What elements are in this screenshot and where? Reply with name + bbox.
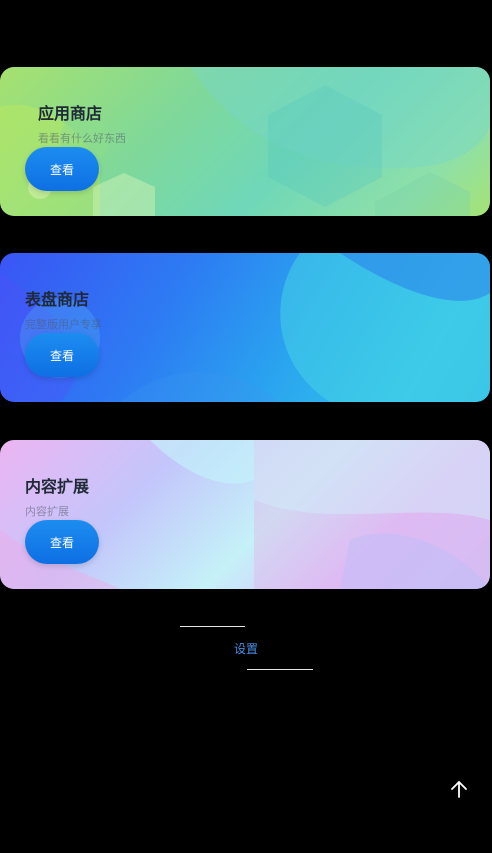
card-subtitle: 完整版用户专享: [25, 318, 102, 331]
card-background-pattern: [0, 440, 490, 589]
card-subtitle: 看看有什么好东西: [38, 132, 126, 145]
view-content-extension-button[interactable]: 查看: [25, 520, 99, 564]
divider: [180, 626, 245, 627]
card-subtitle: 内容扩展: [25, 505, 69, 518]
card-title: 内容扩展: [25, 477, 90, 496]
divider: [247, 669, 313, 670]
card-title: 表盘商店: [25, 290, 90, 309]
view-watch-face-store-button[interactable]: 查看: [25, 333, 99, 377]
back-to-top-button[interactable]: [444, 774, 474, 804]
view-app-store-button[interactable]: 查看: [25, 147, 99, 191]
content-extension-card[interactable]: 内容扩展 内容扩展 查看: [0, 440, 490, 589]
card-title: 应用商店: [38, 104, 103, 123]
app-store-card[interactable]: 应用商店 看看有什么好东西 查看: [0, 67, 490, 216]
settings-link[interactable]: 设置: [200, 640, 292, 657]
watch-face-store-card[interactable]: 表盘商店 完整版用户专享 查看: [0, 253, 490, 402]
arrow-up-icon: [451, 781, 467, 798]
